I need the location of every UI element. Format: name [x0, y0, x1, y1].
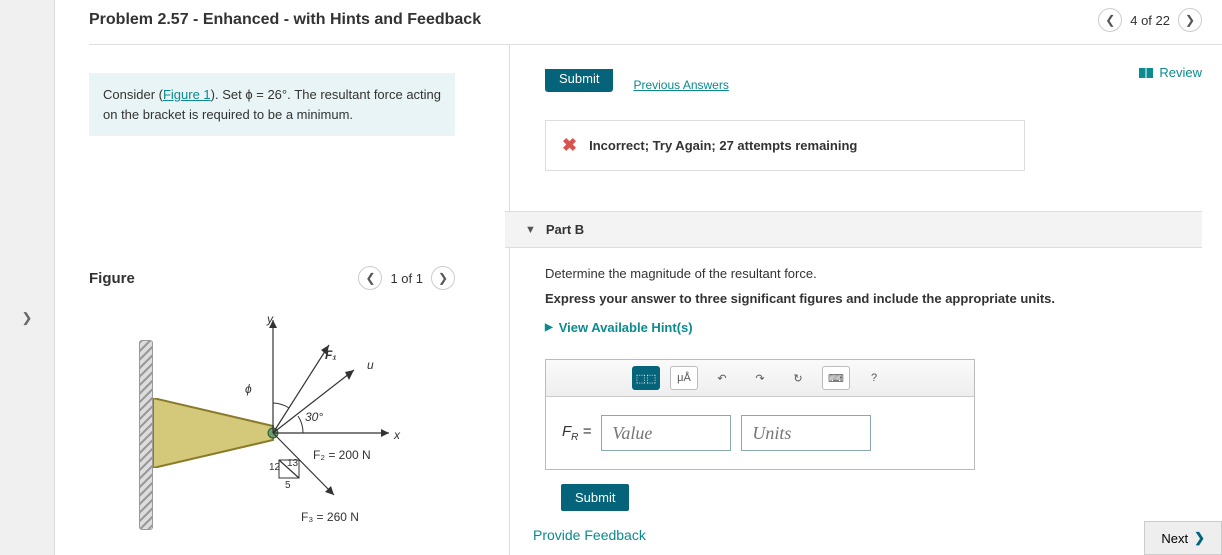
alert-message: Incorrect; Try Again; 27 attempts remain…: [589, 138, 857, 153]
figure-pager: ❮ 1 of 1 ❯: [358, 266, 455, 290]
incorrect-icon: ✖: [562, 135, 577, 156]
left-gutter: ❯: [0, 0, 55, 555]
problem-title: Problem 2.57 - Enhanced - with Hints and…: [89, 11, 481, 29]
value-input[interactable]: [601, 415, 731, 451]
feedback-alert: ✖ Incorrect; Try Again; 27 attempts rema…: [545, 120, 1025, 171]
f3-label: F₃ = 260 N: [301, 510, 359, 524]
keyboard-button[interactable]: ⌨: [822, 366, 850, 390]
angle-30-label: 30°: [305, 410, 323, 424]
prompt-pre: Consider (: [103, 87, 163, 102]
figure-diagram: y x u ϕ F₁ 30° F₂ = 200 N F₃ = 260 N 12 …: [89, 310, 455, 530]
phi-label: ϕ: [245, 382, 252, 396]
axis-u-label: u: [367, 358, 374, 372]
answer-toolbar: ⬚⬚ μÅ ↶ ↷ ↻ ⌨ ?: [546, 360, 974, 397]
reset-button[interactable]: ↻: [784, 366, 812, 390]
view-hints-link[interactable]: ▶ View Available Hint(s): [545, 320, 1202, 335]
redo-button[interactable]: ↷: [746, 366, 774, 390]
f1-label: F₁: [325, 348, 337, 362]
provide-feedback-link[interactable]: Provide Feedback: [533, 527, 646, 543]
units-input[interactable]: [741, 415, 871, 451]
units-picker-button[interactable]: μÅ: [670, 366, 698, 390]
page-header: Problem 2.57 - Enhanced - with Hints and…: [55, 0, 1222, 44]
help-button[interactable]: ?: [860, 366, 888, 390]
problem-pager: ❮ 4 of 22 ❯: [1098, 8, 1202, 32]
axis-y-label: y: [267, 312, 273, 326]
review-icon: [1139, 68, 1153, 78]
slope-5: 5: [285, 480, 291, 491]
part-b-title: Part B: [546, 222, 584, 237]
submit-button[interactable]: Submit: [561, 484, 629, 511]
variable-label: FR =: [562, 423, 591, 443]
figure-prev-button[interactable]: ❮: [358, 266, 382, 290]
expand-sidebar-icon[interactable]: ❯: [22, 310, 33, 326]
next-button[interactable]: Next ❯: [1144, 521, 1222, 555]
chevron-right-icon: ▶: [545, 322, 553, 333]
answer-box: ⬚⬚ μÅ ↶ ↷ ↻ ⌨ ? FR =: [545, 359, 975, 470]
figure-heading: Figure: [89, 270, 135, 287]
next-problem-button[interactable]: ❯: [1178, 8, 1202, 32]
part-b-header[interactable]: ▼ Part B: [505, 211, 1202, 248]
next-label: Next: [1161, 531, 1188, 546]
problem-page-label: 4 of 22: [1130, 13, 1170, 28]
part-b-question: Determine the magnitude of the resultant…: [545, 266, 1202, 281]
previous-answers-link[interactable]: Previous Answers: [633, 78, 728, 92]
figure-page-label: 1 of 1: [390, 271, 423, 286]
prev-problem-button[interactable]: ❮: [1098, 8, 1122, 32]
problem-prompt: Consider (Figure 1). Set ϕ = 26°. The re…: [89, 73, 455, 136]
submit-button-top[interactable]: Submit: [545, 69, 613, 92]
hints-label: View Available Hint(s): [559, 320, 693, 335]
review-label: Review: [1159, 65, 1202, 80]
f2-label: F₂ = 200 N: [313, 448, 371, 462]
chevron-right-icon: ❯: [1194, 530, 1205, 546]
slope-13: 13: [287, 458, 298, 469]
figure-next-button[interactable]: ❯: [431, 266, 455, 290]
undo-button[interactable]: ↶: [708, 366, 736, 390]
collapse-icon: ▼: [525, 224, 536, 236]
figure-link[interactable]: Figure 1: [163, 87, 211, 102]
part-b-instruction: Express your answer to three significant…: [545, 291, 1202, 306]
templates-button[interactable]: ⬚⬚: [632, 366, 660, 390]
slope-12: 12: [269, 462, 280, 473]
review-link[interactable]: Review: [1139, 65, 1202, 80]
axis-x-label: x: [394, 428, 400, 442]
